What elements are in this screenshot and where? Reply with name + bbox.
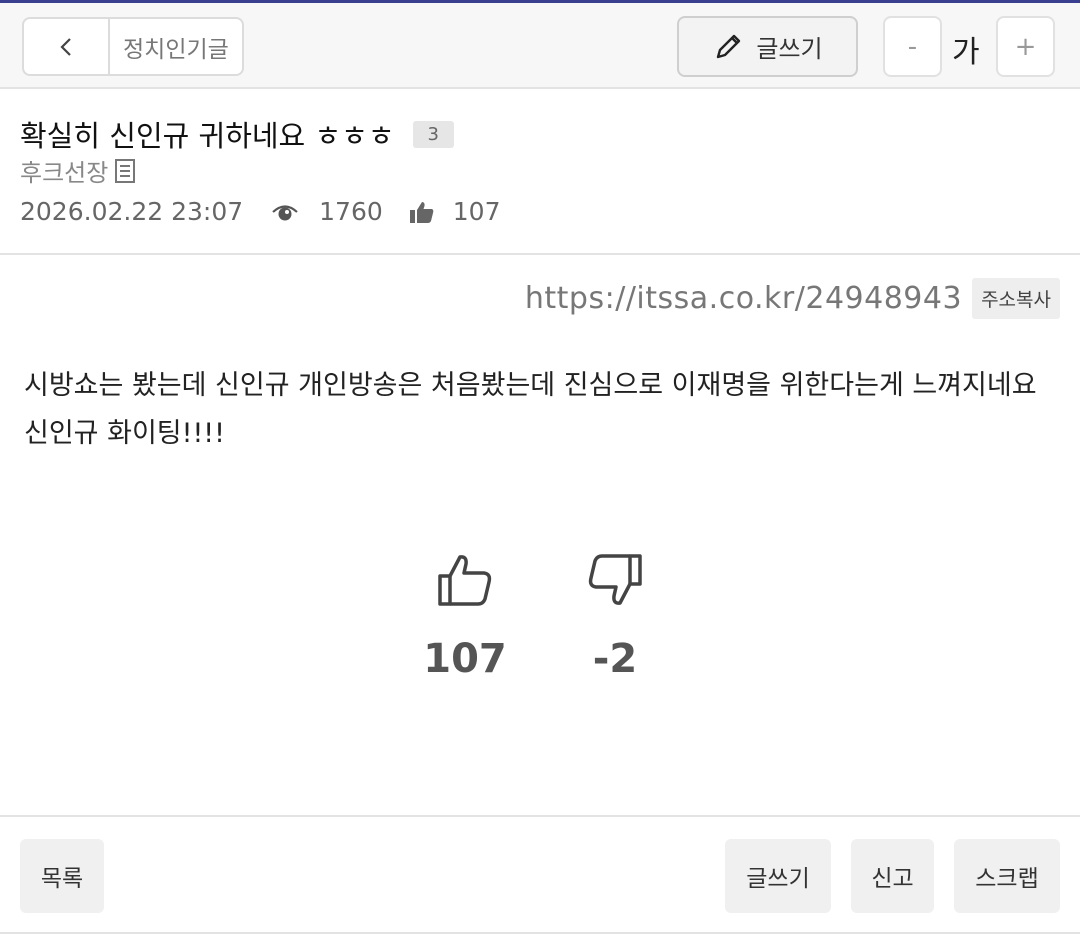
post-title: 확실히 신인규 귀하네요 ㅎㅎㅎ 3 — [20, 113, 454, 155]
board-name-link[interactable]: 정치인기글 — [110, 19, 242, 74]
like-count: 107 — [452, 197, 501, 226]
pencil-icon — [717, 34, 741, 58]
font-increase-button[interactable]: + — [996, 16, 1055, 77]
post-url: https://itssa.co.kr/24948943 — [524, 281, 963, 316]
upvote-button[interactable]: 107 — [410, 552, 520, 682]
view-count: 1760 — [319, 197, 383, 226]
post-header: 확실히 신인규 귀하네요 ㅎㅎㅎ 3 후크선장 2026.02.22 23:07… — [0, 89, 1080, 255]
bottom-action-bar: 목록 글쓰기 신고 스크랩 — [0, 815, 1080, 934]
post-date: 2026.02.22 23:07 — [20, 197, 244, 226]
write-button-label: 글쓰기 — [756, 35, 823, 63]
post-body: 시방쇼는 봤는데 신인규 개인방송은 처음봤는데 진심으로 이재명을 위한다는게… — [24, 370, 1037, 449]
report-button[interactable]: 신고 — [851, 839, 934, 913]
write-button[interactable]: 글쓰기 — [725, 839, 831, 913]
font-size-label: 가 — [952, 35, 980, 70]
author-name[interactable]: 후크선장 — [20, 153, 108, 188]
author-row: 후크선장 — [20, 153, 136, 188]
write-button-top[interactable]: 글쓰기 — [677, 16, 858, 77]
chevron-left-icon — [60, 37, 71, 56]
post-meta: 2026.02.22 23:07 1760 107 — [20, 197, 500, 226]
upvote-count: 107 — [423, 636, 507, 682]
back-button[interactable] — [24, 19, 110, 74]
thumbs-down-icon — [588, 554, 642, 605]
comment-count-badge[interactable]: 3 — [412, 120, 454, 148]
eye-icon — [272, 204, 298, 220]
post-title-text: 확실히 신인규 귀하네요 ㅎㅎㅎ — [20, 119, 395, 153]
scrap-button[interactable]: 스크랩 — [954, 839, 1060, 913]
downvote-button[interactable]: -2 — [560, 552, 670, 682]
thumbs-up-icon — [438, 555, 492, 606]
font-decrease-button[interactable]: - — [883, 16, 942, 77]
document-icon[interactable] — [114, 158, 136, 184]
list-button[interactable]: 목록 — [20, 839, 104, 913]
url-row: https://itssa.co.kr/24948943 주소복사 — [525, 278, 1060, 319]
downvote-count: -2 — [592, 636, 638, 682]
top-toolbar: 정치인기글 글쓰기 - 가 + — [0, 3, 1080, 89]
board-nav-group: 정치인기글 — [22, 17, 244, 76]
copy-url-button[interactable]: 주소복사 — [972, 278, 1060, 319]
thumbs-up-icon — [409, 201, 434, 223]
